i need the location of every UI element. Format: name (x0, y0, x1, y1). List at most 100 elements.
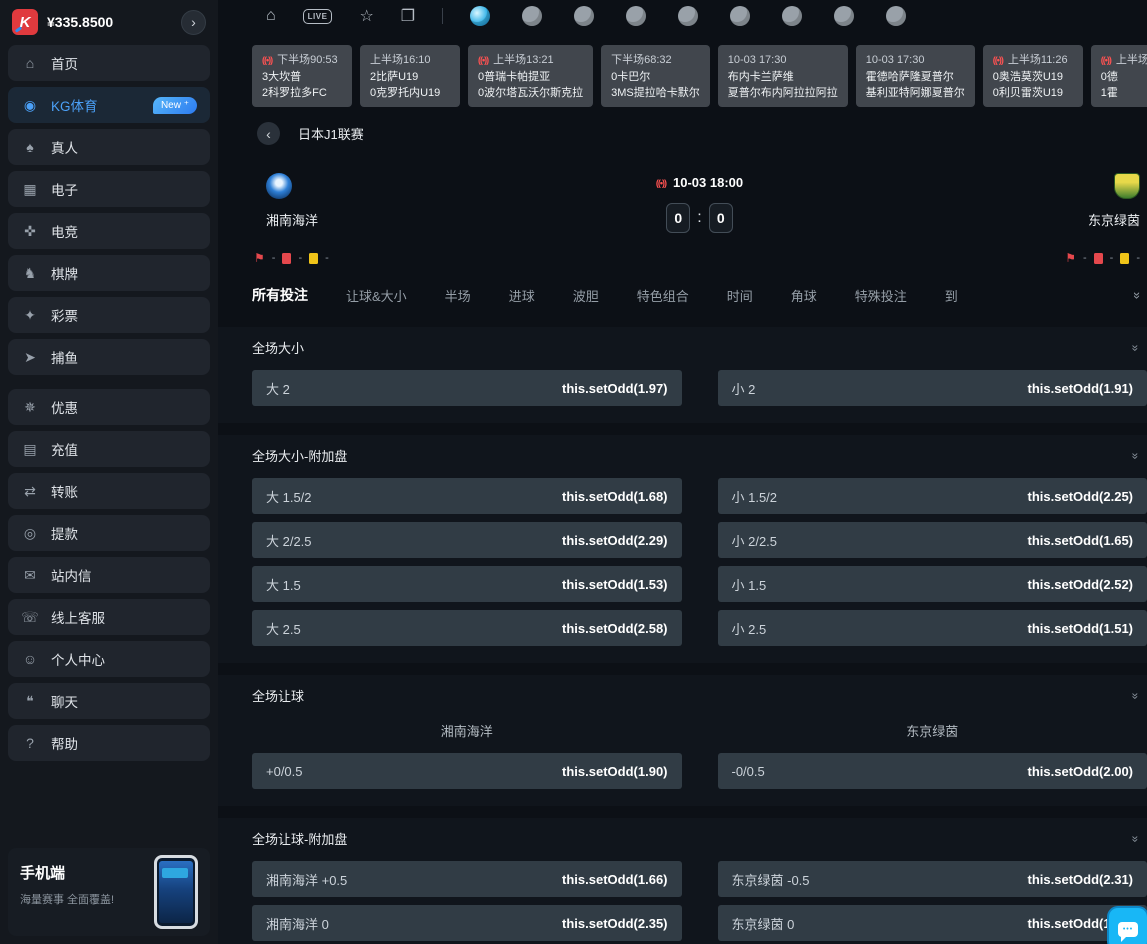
home-icon[interactable]: ⌂ (266, 7, 276, 25)
live-filter-icon[interactable]: LIVE (303, 9, 333, 24)
ticker-match-card[interactable]: 上半场16:102比萨U190克罗托内U19 (360, 45, 460, 107)
sidebar-item-home[interactable]: ⌂首页 (8, 45, 210, 81)
sidebar-item-label: 真人 (51, 137, 78, 157)
odd-button[interactable]: 大 2/2.5this.setOdd(2.29) (252, 522, 682, 558)
favorites-star-icon[interactable]: ☆ (359, 6, 373, 26)
back-button[interactable]: ‹ (257, 122, 280, 145)
sidebar-item-label: 帮助 (51, 733, 78, 753)
fishing-icon: ➤ (21, 349, 39, 366)
odd-button[interactable]: 东京绿茵 -0.5this.setOdd(2.31) (718, 861, 1147, 897)
sidebar-item-chat[interactable]: ❝聊天 (8, 683, 210, 719)
collapse-chevron-icon[interactable]: » (1129, 344, 1143, 351)
volleyball-icon[interactable] (782, 6, 802, 26)
collapse-chevron-icon[interactable]: » (1129, 835, 1143, 842)
tab-7[interactable]: 角球 (791, 286, 817, 305)
american-football-icon[interactable] (574, 6, 594, 26)
chat-fab-button[interactable]: ••• (1107, 906, 1147, 944)
odd-button[interactable]: 小 1.5/2this.setOdd(2.25) (718, 478, 1147, 514)
odd-button[interactable]: 大 2this.setOdd(1.97) (252, 370, 682, 406)
tab-9[interactable]: 到 (945, 286, 958, 305)
tab-4[interactable]: 波胆 (573, 286, 599, 305)
sidebar-item-lottery[interactable]: ✦彩票 (8, 297, 210, 333)
odd-button[interactable]: 大 1.5/2this.setOdd(1.68) (252, 478, 682, 514)
bowling-icon[interactable] (834, 6, 854, 26)
soccer-icon[interactable] (470, 6, 490, 26)
team-column-header: 湘南海洋 (252, 721, 682, 740)
collapse-chevron-icon[interactable]: » (1129, 452, 1143, 459)
match-time-text: 上半场16:10 (370, 52, 431, 69)
help-icon: ? (21, 735, 39, 751)
sidebar-item-live-casino[interactable]: ♠真人 (8, 129, 210, 165)
live-icon: ((•)) (656, 178, 666, 188)
ticker-match-card[interactable]: ((•))上半场11:260奥浩莫茨U190利贝雷茨U19 (983, 45, 1083, 107)
sidebar-item-sports[interactable]: ◉KG体育New ⁺ (8, 87, 210, 123)
odd-label: 小 2/2.5 (732, 531, 778, 550)
odd-label: 大 2.5 (266, 619, 301, 638)
odd-label: +0/0.5 (266, 764, 303, 779)
sidebar-item-inbox[interactable]: ✉站内信 (8, 557, 210, 593)
tab-8[interactable]: 特殊投注 (855, 286, 907, 305)
ticker-match-card[interactable]: ((•))下半场90:533大坎普2科罗拉多FC (252, 45, 352, 107)
odd-value: this.setOdd(1.51) (1028, 621, 1133, 636)
sidebar-item-help[interactable]: ? 帮助 (8, 725, 210, 761)
ticker-match-card[interactable]: ((•))上半场13:210普瑞卡帕提亚0波尔塔瓦沃尔斯克拉 (468, 45, 593, 107)
odd-label: 小 2 (732, 379, 756, 398)
wallet-expand-button[interactable]: › (181, 10, 206, 35)
sidebar-item-label: 个人中心 (51, 649, 105, 669)
ticker-match-card[interactable]: 下半场68:320卡巴尔3MS提拉哈卡默尔 (601, 45, 710, 107)
odd-button[interactable]: 小 2this.setOdd(1.91) (718, 370, 1147, 406)
odd-button[interactable]: +0/0.5this.setOdd(1.90) (252, 753, 682, 789)
market-sections: 全场大小»大 2this.setOdd(1.97)小 2this.setOdd(… (252, 327, 1147, 944)
tab-3[interactable]: 进球 (509, 286, 535, 305)
ticker-match-card[interactable]: 10-03 17:30霍德哈萨隆夏普尔基利亚特阿娜夏普尔 (856, 45, 975, 107)
team-column-header: 东京绿茵 (718, 721, 1147, 740)
bet-slips-icon[interactable]: ❐ (401, 6, 415, 26)
collapse-chevron-icon[interactable]: » (1129, 692, 1143, 699)
sidebar-item-deposit[interactable]: ▤充值 (8, 431, 210, 467)
sidebar-item-withdraw[interactable]: ◎提款 (8, 515, 210, 551)
ticker-match-card[interactable]: 10-03 17:30布内卡兰萨维夏普尔布内阿拉拉阿拉 (718, 45, 848, 107)
odd-label: 大 2/2.5 (266, 531, 312, 550)
basketball-icon[interactable] (522, 6, 542, 26)
odd-button[interactable]: 大 2.5 this.setOdd(2.58) (252, 610, 682, 646)
odd-button[interactable]: 湘南海洋 +0.5this.setOdd(1.66) (252, 861, 682, 897)
sidebar-item-board-games[interactable]: ♞棋牌 (8, 255, 210, 291)
brand-logo[interactable]: K (12, 9, 38, 35)
tabs-overflow-icon[interactable]: » (1130, 292, 1145, 299)
odd-button[interactable]: 小 2.5this.setOdd(1.51) (718, 610, 1147, 646)
tab-6[interactable]: 时间 (727, 286, 753, 305)
tab-5[interactable]: 特色组合 (637, 286, 689, 305)
athletics-icon[interactable] (886, 6, 906, 26)
odd-button[interactable]: 东京绿茵 0this.setOdd(1.64) (718, 905, 1147, 941)
sidebar-item-customer-service[interactable]: ☏线上客服 (8, 599, 210, 635)
sidebar-item-slots[interactable]: ▦电子 (8, 171, 210, 207)
odd-button[interactable]: 小 1.5this.setOdd(2.52) (718, 566, 1147, 602)
match-time: ((•))上半场13:21 (478, 52, 583, 69)
score-separator: : (697, 209, 701, 227)
tab-0[interactable]: 所有投注 (252, 285, 308, 305)
sports-icon: ◉ (21, 97, 39, 114)
sidebar-item-esports[interactable]: ✜电竞 (8, 213, 210, 249)
odd-button[interactable]: -0/0.5this.setOdd(2.00) (718, 753, 1147, 789)
mobile-app-promo[interactable]: 手机端 海量赛事 全面覆盖! (8, 848, 210, 936)
tennis-icon[interactable] (730, 6, 750, 26)
match-time-text: 下半场68:32 (611, 52, 672, 69)
odd-button[interactable]: 小 2/2.5 this.setOdd(1.65) (718, 522, 1147, 558)
market-section: 全场大小»大 2this.setOdd(1.97)小 2this.setOdd(… (218, 327, 1147, 423)
sidebar-item-fishing[interactable]: ➤捕鱼 (8, 339, 210, 375)
badminton-icon[interactable] (626, 6, 646, 26)
sidebar-item-transfer[interactable]: ⇄转账 (8, 473, 210, 509)
sidebar-item-label: 站内信 (51, 565, 92, 585)
odd-value: this.setOdd(1.65) (1028, 533, 1133, 548)
kickoff-time: 10-03 18:00 (673, 175, 743, 190)
odd-value: this.setOdd(2.58) (562, 621, 667, 636)
ticker-match-card[interactable]: ((•))上半场0德1霍 (1091, 45, 1147, 107)
odd-button[interactable]: 大 1.5this.setOdd(1.53) (252, 566, 682, 602)
tab-1[interactable]: 让球&大小 (346, 286, 407, 305)
tab-2[interactable]: 半场 (445, 286, 471, 305)
table-tennis-icon[interactable] (678, 6, 698, 26)
sidebar-item-promotions[interactable]: ✵优惠 (8, 389, 210, 425)
sidebar-item-profile[interactable]: ☺个人中心 (8, 641, 210, 677)
home-cards-stats: ⚑ - - - (254, 251, 329, 265)
odd-button[interactable]: 湘南海洋 0this.setOdd(2.35) (252, 905, 682, 941)
